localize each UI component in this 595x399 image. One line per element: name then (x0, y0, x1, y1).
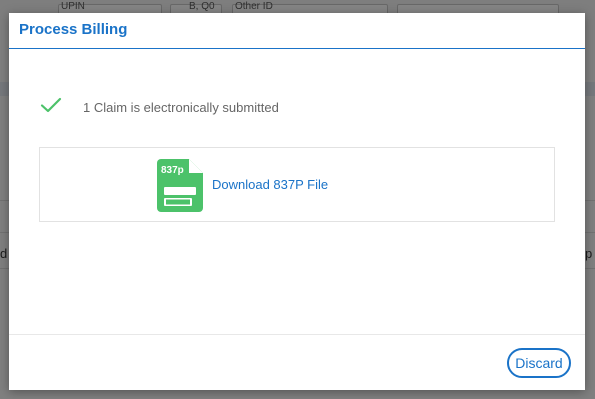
discard-button[interactable]: Discard (507, 348, 571, 378)
dialog-footer: Discard (9, 334, 585, 390)
check-icon (39, 93, 63, 122)
process-billing-dialog: Process Billing 1 Claim is electronicall… (9, 13, 585, 390)
file-icon-label: 837p (161, 165, 184, 176)
file-837p-icon[interactable]: 837p (157, 159, 203, 212)
submission-status: 1 Claim is electronically submitted (39, 93, 279, 122)
status-message: 1 Claim is electronically submitted (83, 100, 279, 115)
dialog-header: Process Billing (9, 13, 585, 49)
dialog-title: Process Billing (19, 21, 128, 38)
download-panel: 837p Download 837P File (39, 147, 555, 222)
download-837p-link[interactable]: Download 837P File (212, 177, 328, 192)
